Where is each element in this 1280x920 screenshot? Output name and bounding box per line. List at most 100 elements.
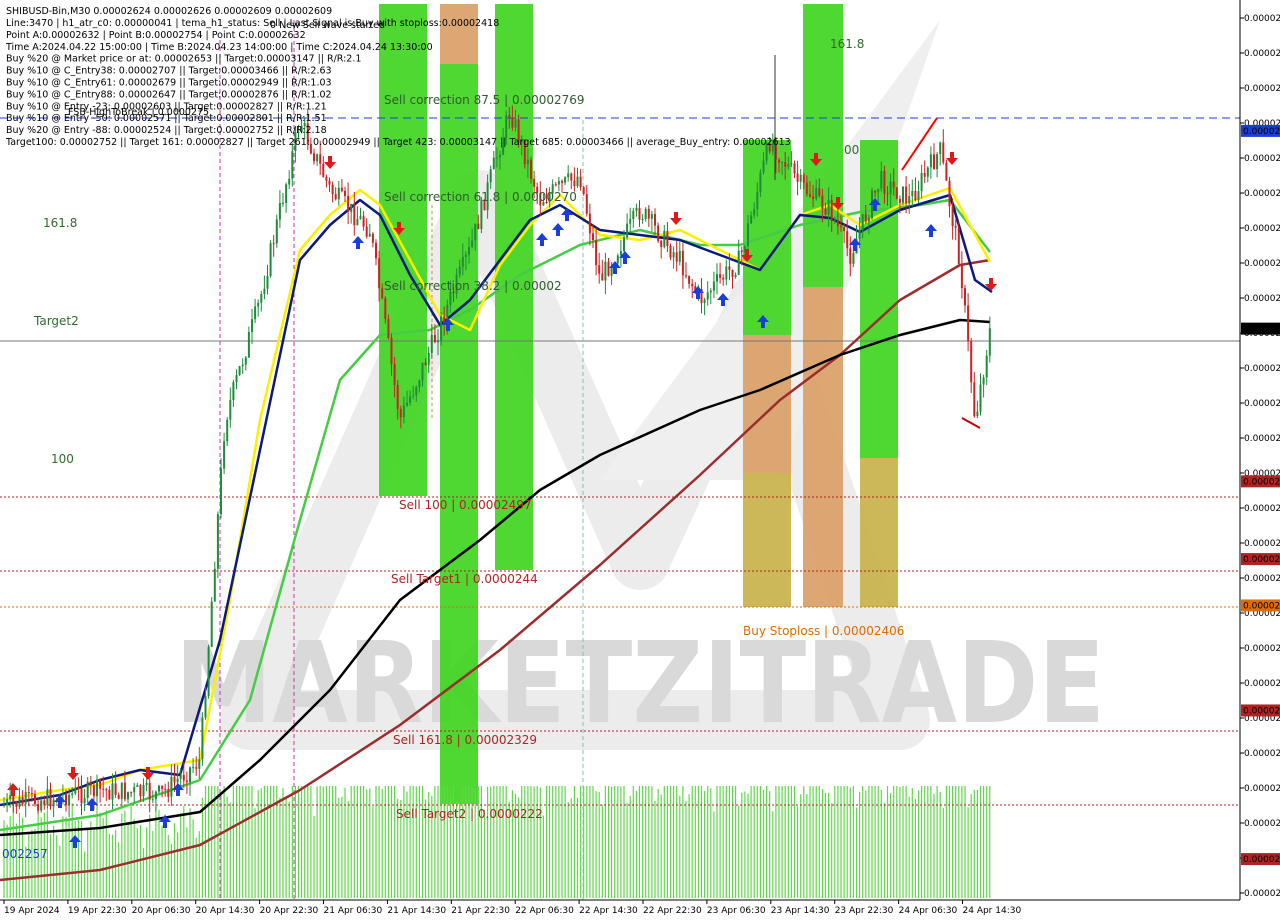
candle-body bbox=[3, 805, 5, 807]
candle-body bbox=[833, 219, 836, 221]
candle-body bbox=[440, 316, 443, 341]
candle-body bbox=[399, 409, 402, 418]
candle-body bbox=[127, 792, 129, 800]
candle-body bbox=[291, 151, 294, 179]
signal-zone-6 bbox=[743, 473, 791, 607]
fsb-label: FSB-HighToBreak | 0.0000275 bbox=[68, 107, 209, 118]
time-tick-label: 21 Apr 14:30 bbox=[387, 906, 446, 916]
candle-body bbox=[489, 169, 492, 183]
candle-body bbox=[818, 188, 821, 196]
price-tick-label: 0.00002 bbox=[1244, 259, 1280, 269]
candle-body bbox=[316, 154, 319, 162]
candle-body bbox=[108, 789, 111, 800]
candle-body bbox=[756, 191, 759, 210]
candle-body bbox=[663, 230, 666, 247]
candle-body bbox=[179, 775, 182, 779]
signal-zone-2 bbox=[440, 64, 478, 804]
candle-body bbox=[647, 208, 650, 219]
candle-body bbox=[424, 362, 427, 366]
candle-body bbox=[933, 154, 935, 169]
candle-body bbox=[734, 274, 737, 277]
candle-body bbox=[102, 788, 105, 790]
candle-body bbox=[198, 759, 201, 769]
price-chart[interactable]: MARKETZITRADE SHIBUSD-Bin,M30 0.00002624… bbox=[0, 0, 1280, 920]
candle-body bbox=[508, 115, 511, 119]
time-tick-label: 20 Apr 14:30 bbox=[196, 906, 255, 916]
candle-body bbox=[92, 785, 95, 797]
candle-body bbox=[976, 411, 979, 417]
candle-body bbox=[582, 187, 585, 195]
candle-body bbox=[592, 233, 594, 240]
candle-body bbox=[898, 198, 901, 203]
price-badge-label: 0.00002 bbox=[1243, 855, 1280, 865]
candle-body bbox=[409, 396, 412, 403]
candle-body bbox=[867, 217, 870, 222]
candle-body bbox=[241, 364, 244, 367]
candle-body bbox=[406, 402, 408, 406]
candle-body bbox=[384, 298, 387, 319]
candle-body bbox=[117, 794, 120, 799]
price-tick-label: 0.00002 bbox=[1244, 819, 1280, 829]
candle-body bbox=[433, 334, 436, 343]
candle-body bbox=[923, 172, 926, 177]
info-line: Buy %20 @ Entry -88: 0.00002524 || Targe… bbox=[6, 125, 327, 136]
price-tick-label: 0.00002 bbox=[1244, 889, 1280, 899]
candle-body bbox=[362, 216, 365, 227]
candle-body bbox=[895, 187, 898, 199]
new-wave-label: 0 New Sell wave started bbox=[270, 20, 385, 31]
candle-body bbox=[120, 782, 123, 799]
candle-body bbox=[716, 274, 718, 282]
candle-body bbox=[607, 261, 610, 276]
candle-body bbox=[886, 193, 889, 195]
candle-body bbox=[74, 788, 77, 794]
time-tick-label: 22 Apr 06:30 bbox=[515, 906, 574, 916]
info-line: Buy %10 @ C_Entry88: 0.00002647 || Targe… bbox=[6, 89, 332, 100]
level-label: Sell Target2 | 0.0000222 bbox=[396, 807, 543, 821]
price-tick-label: 0.00002 bbox=[1244, 189, 1280, 199]
candle-body bbox=[275, 219, 278, 244]
price-tick-label: 0.00002 bbox=[1244, 14, 1280, 24]
candle-body bbox=[34, 794, 36, 805]
bottom-left-price: 002257 bbox=[2, 847, 48, 861]
candle-body bbox=[635, 207, 638, 211]
candle-body bbox=[368, 233, 371, 237]
candle-body bbox=[846, 231, 849, 249]
candle-body bbox=[334, 194, 337, 200]
candle-body bbox=[737, 250, 740, 275]
candle-body bbox=[61, 794, 64, 796]
price-tick-label: 0.00002 bbox=[1244, 154, 1280, 164]
time-tick-label: 22 Apr 22:30 bbox=[643, 906, 702, 916]
level-label: Buy Stoploss | 0.00002406 bbox=[743, 624, 904, 638]
candle-body bbox=[263, 288, 266, 294]
candle-body bbox=[148, 783, 151, 800]
candle-body bbox=[232, 382, 235, 400]
candle-body bbox=[530, 159, 532, 179]
candle-body bbox=[477, 223, 480, 229]
time-tick-label: 19 Apr 2024 bbox=[4, 906, 60, 916]
candle-body bbox=[185, 780, 188, 783]
info-line: Time A:2024.04.22 15:00:00 | Time B:2024… bbox=[5, 42, 433, 53]
time-tick-label: 21 Apr 22:30 bbox=[451, 906, 510, 916]
candle-body bbox=[685, 275, 687, 277]
candle-body bbox=[793, 163, 796, 174]
candle-body bbox=[83, 797, 86, 804]
candle-body bbox=[641, 219, 644, 220]
candle-body bbox=[167, 789, 170, 797]
candle-body bbox=[151, 799, 154, 801]
candle-body bbox=[207, 646, 210, 696]
candle-body bbox=[675, 252, 678, 262]
candle-body bbox=[598, 265, 601, 274]
candle-body bbox=[158, 785, 160, 792]
price-tick-label: 0.00002 bbox=[1244, 644, 1280, 654]
candle-body bbox=[402, 405, 405, 418]
candle-body bbox=[836, 219, 839, 227]
candle-body bbox=[77, 788, 80, 790]
candle-body bbox=[750, 215, 753, 224]
candle-body bbox=[133, 786, 136, 793]
candle-body bbox=[272, 243, 275, 245]
candle-body bbox=[778, 159, 780, 163]
candle-body bbox=[799, 174, 802, 182]
candle-body bbox=[499, 154, 501, 158]
candle-body bbox=[49, 789, 52, 807]
time-tick-label: 21 Apr 06:30 bbox=[324, 906, 383, 916]
